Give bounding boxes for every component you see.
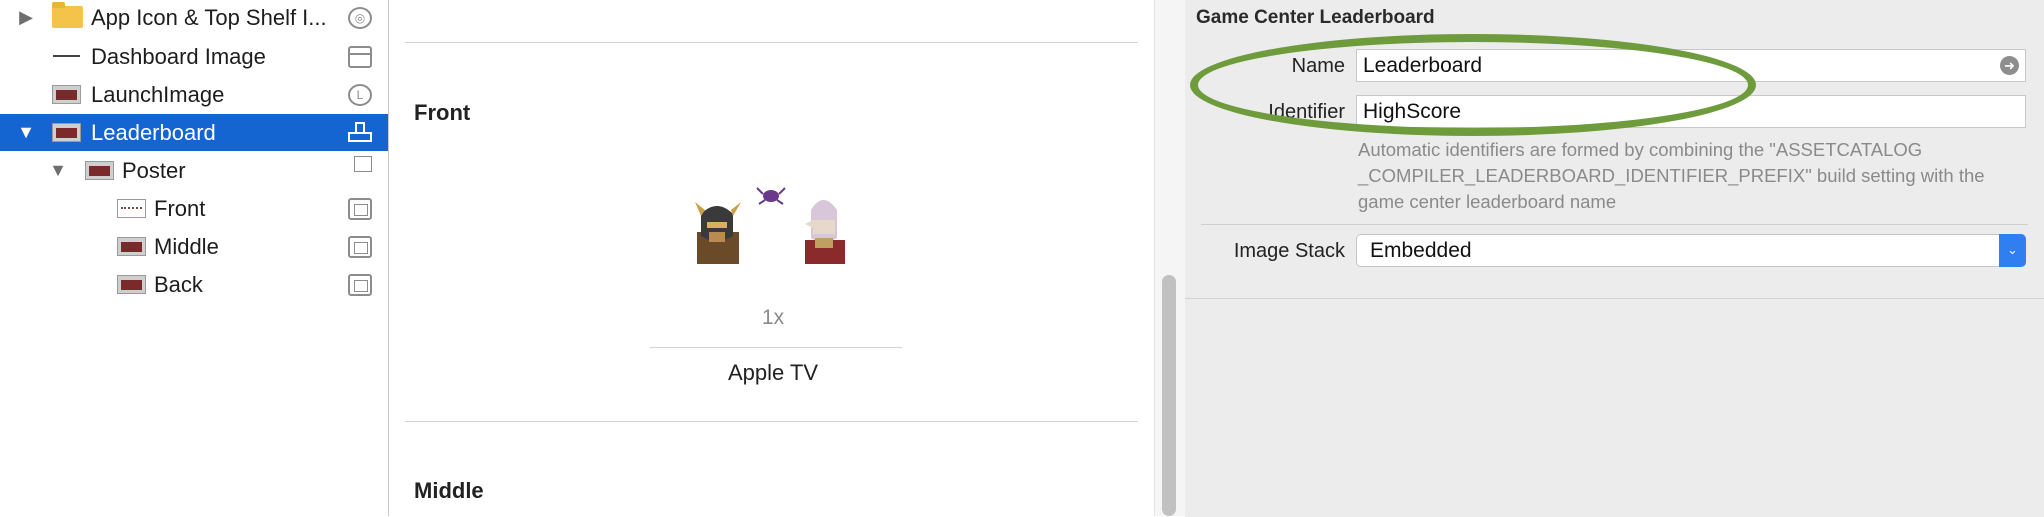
name-field[interactable]: Leaderboard ➜	[1356, 49, 2026, 82]
leaderboard-icon	[348, 122, 372, 144]
divider	[1201, 224, 2028, 225]
tree-row-label: App Icon & Top Shelf I...	[91, 5, 327, 30]
tree-row-label: Back	[154, 272, 203, 297]
inspector-empty-area	[1185, 298, 2044, 517]
image-thumbnail-icon	[85, 161, 114, 180]
knight-character-image	[695, 202, 741, 264]
identifier-label: Identifier	[1268, 101, 1345, 123]
leaderboard-artwork-well[interactable]	[695, 180, 851, 264]
name-label: Name	[1291, 55, 1345, 77]
elf-character-image	[805, 200, 845, 264]
tree-row-front[interactable]: Front	[0, 190, 388, 227]
chevron-down-icon: ⌄	[1999, 234, 2026, 267]
imagestack-icon	[348, 156, 372, 182]
tree-row-leaderboard[interactable]: ▼ Leaderboard	[0, 114, 388, 151]
image-thumbnail-icon	[117, 199, 146, 218]
disclosure-triangle-icon[interactable]: ▼	[14, 114, 38, 151]
image-thumbnail-icon	[52, 123, 81, 142]
scale-label: 1x	[761, 306, 785, 329]
tree-row-launch-image[interactable]: LaunchImage L	[0, 76, 388, 113]
tree-row-label: Leaderboard	[91, 120, 216, 145]
scrollbar-thumb[interactable]	[1162, 275, 1176, 516]
arrow-right-circle-icon[interactable]: ➜	[2000, 56, 2019, 75]
launchimage-icon: L	[348, 84, 372, 106]
appicon-set-icon: ◎	[348, 7, 372, 29]
tree-row-label: Middle	[154, 234, 219, 259]
identifier-help-text: Automatic identifiers are formed by comb…	[1358, 139, 1985, 212]
image-thumbnail-icon	[117, 237, 146, 256]
disclosure-triangle-icon[interactable]: ▶	[14, 0, 38, 36]
section-title-middle: Middle	[414, 478, 484, 503]
device-label: Apple TV	[727, 360, 819, 385]
attributes-inspector: Game Center Leaderboard Name Leaderboard…	[1185, 0, 2044, 517]
tree-row-app-icon[interactable]: ▶ App Icon & Top Shelf I... ◎	[0, 0, 388, 36]
divider	[650, 347, 902, 348]
image-stack-label: Image Stack	[1233, 240, 1345, 262]
tree-row-label: Front	[154, 196, 206, 221]
identifier-field[interactable]: HighScore	[1356, 95, 2026, 128]
layer-icon	[348, 198, 372, 220]
bug-character-image	[756, 187, 786, 205]
image-stack-popup[interactable]: Embedded ⌄	[1356, 234, 2026, 267]
inspector-section-title: Game Center Leaderboard	[1196, 7, 1435, 28]
tree-row-label: Poster	[122, 158, 186, 183]
image-thumbnail-icon	[52, 85, 81, 104]
divider	[405, 42, 1138, 43]
image-thumbnail-icon	[52, 47, 81, 66]
imageset-icon	[348, 46, 372, 68]
section-title-front: Front	[414, 100, 471, 125]
layer-icon	[348, 236, 372, 258]
disclosure-triangle-icon[interactable]: ▼	[46, 152, 70, 189]
editor-scrollbar[interactable]	[1154, 0, 1186, 516]
tree-row-label: LaunchImage	[91, 82, 225, 107]
folder-icon	[52, 2, 83, 28]
image-thumbnail-icon	[117, 275, 146, 294]
divider	[405, 421, 1138, 422]
tree-row-middle[interactable]: Middle	[0, 228, 388, 265]
name-field-value: Leaderboard	[1363, 54, 1483, 77]
tree-row-dashboard-image[interactable]: Dashboard Image	[0, 38, 388, 75]
asset-editor: Front 1x Apple TV Middle	[389, 0, 1154, 516]
tree-row-back[interactable]: Back	[0, 266, 388, 303]
tree-row-label: Dashboard Image	[91, 44, 266, 69]
layer-icon	[348, 274, 372, 296]
tree-row-poster[interactable]: ▼ Poster	[0, 152, 388, 189]
asset-navigator: ▶ App Icon & Top Shelf I... ◎ Dashboard …	[0, 0, 389, 516]
image-stack-value: Embedded	[1370, 239, 1472, 262]
identifier-field-value: HighScore	[1363, 100, 1462, 123]
